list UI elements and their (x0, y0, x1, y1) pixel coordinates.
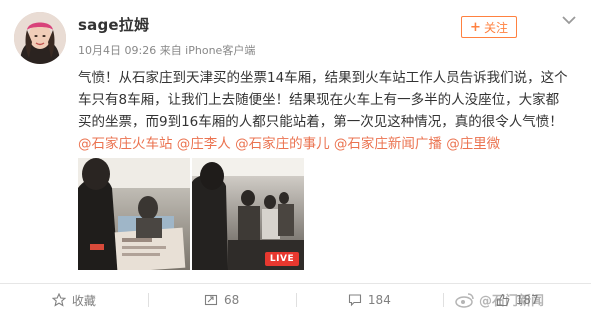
avatar-image (14, 12, 66, 64)
watermark: @石门新闻 (455, 290, 544, 309)
mention-link[interactable]: @庄李人 (177, 136, 231, 152)
plus-icon: + (470, 19, 481, 35)
username[interactable]: sage拉姆 (78, 14, 149, 35)
watermark-text: @石门新闻 (479, 294, 545, 309)
mention-link[interactable]: @石家庄新闻广播 (334, 136, 442, 152)
mention-link[interactable]: @石家庄的事儿 (235, 136, 330, 152)
photo-ticket[interactable] (78, 158, 190, 270)
photo-train-aisle[interactable]: LIVE (192, 158, 304, 270)
post-meta: 10月4日 09:26 来自 iPhone客户端 (78, 44, 256, 57)
mention-link[interactable]: @石家庄火车站 (78, 136, 173, 152)
comment-count: 184 (367, 293, 391, 307)
follow-label: 关注 (483, 20, 508, 35)
post-text: 气愤！从石家庄到天津买的坐票14车厢，结果到火车站工作人员告诉我们说，这个车只有… (78, 67, 572, 155)
photo-ticket-image (78, 158, 190, 270)
repost-count: 68 (223, 293, 240, 307)
avatar[interactable] (14, 12, 66, 64)
mention-link[interactable]: @庄里微 (446, 136, 500, 152)
weibo-logo-icon (455, 292, 474, 308)
collect-label: 收藏 (71, 293, 96, 308)
chevron-down-icon[interactable] (561, 14, 577, 26)
follow-button[interactable]: + 关注 (461, 16, 517, 38)
repost-button[interactable]: 68 (147, 284, 296, 316)
collect-button[interactable]: 收藏 (0, 284, 148, 316)
comment-icon (348, 294, 361, 307)
live-badge: LIVE (265, 252, 299, 266)
weibo-post-card: sage拉姆 10月4日 09:26 来自 iPhone客户端 + 关注 气愤！… (0, 0, 591, 316)
star-icon (51, 293, 66, 307)
repost-icon (204, 294, 218, 306)
post-body: 气愤！从石家庄到天津买的坐票14车厢，结果到火车站工作人员告诉我们说，这个车只有… (78, 70, 568, 130)
comment-button[interactable]: 184 (295, 284, 444, 316)
